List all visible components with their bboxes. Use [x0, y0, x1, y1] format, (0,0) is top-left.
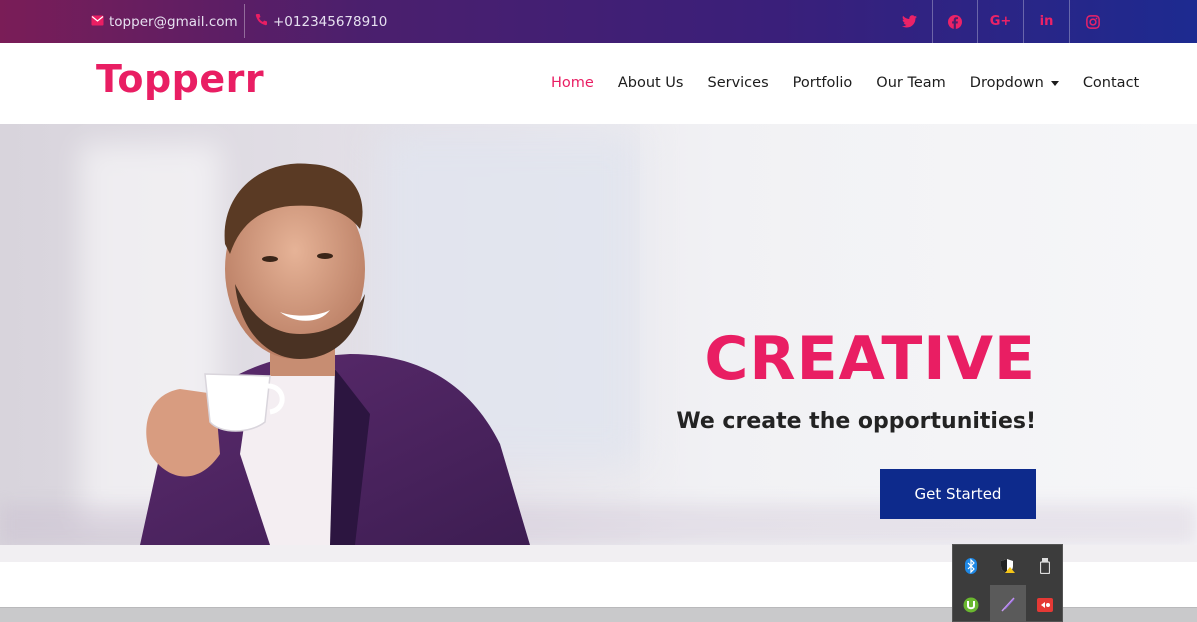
utorrent-icon[interactable]: [953, 586, 989, 622]
google-plus-icon[interactable]: G+: [978, 0, 1024, 43]
main-navbar: Topperr Home About Us Services Portfolio…: [0, 43, 1197, 124]
nav-item-our-team[interactable]: Our Team: [876, 75, 946, 91]
nav-item-about-us[interactable]: About Us: [618, 75, 684, 91]
email-contact[interactable]: topper@gmail.com: [91, 0, 238, 43]
phone-icon: [255, 13, 273, 30]
hero-subtitle: We create the opportunities!: [676, 409, 1036, 434]
top-contact-bar: topper@gmail.com +012345678910 G+ in: [0, 0, 1197, 43]
hero-person-image: [140, 163, 530, 545]
caret-down-icon: [1050, 80, 1059, 86]
hero-title: CREATIVE: [704, 324, 1036, 394]
instagram-icon[interactable]: [1070, 0, 1116, 43]
contact-divider: [244, 4, 245, 38]
phone-contact[interactable]: +012345678910: [255, 0, 387, 43]
linkedin-icon[interactable]: in: [1024, 0, 1070, 43]
nav-menu: Home About Us Services Portfolio Our Tea…: [551, 75, 1139, 91]
get-started-button[interactable]: Get Started: [880, 469, 1036, 519]
envelope-icon: [91, 14, 109, 30]
hero-banner: CREATIVE We create the opportunities! Ge…: [0, 124, 1197, 545]
security-warning-icon[interactable]: [990, 547, 1026, 584]
brand-logo[interactable]: Topperr: [96, 57, 264, 101]
social-links: G+ in: [886, 0, 1116, 43]
email-text: topper@gmail.com: [109, 13, 238, 30]
twitter-icon[interactable]: [886, 0, 932, 43]
media-recorder-icon[interactable]: [1027, 586, 1063, 622]
feather-pen-icon[interactable]: [990, 585, 1026, 622]
nav-item-portfolio[interactable]: Portfolio: [793, 75, 853, 91]
dropdown-label: Dropdown: [969, 75, 1044, 91]
facebook-icon[interactable]: [932, 0, 978, 43]
bluetooth-icon[interactable]: [953, 547, 989, 584]
phone-text: +012345678910: [273, 13, 388, 30]
nav-item-contact[interactable]: Contact: [1083, 75, 1139, 91]
nav-item-dropdown[interactable]: Dropdown: [970, 75, 1059, 91]
system-tray-popup: [952, 544, 1063, 622]
usb-drive-icon[interactable]: [1027, 547, 1063, 584]
nav-item-services[interactable]: Services: [707, 75, 768, 91]
nav-item-home[interactable]: Home: [551, 75, 594, 91]
